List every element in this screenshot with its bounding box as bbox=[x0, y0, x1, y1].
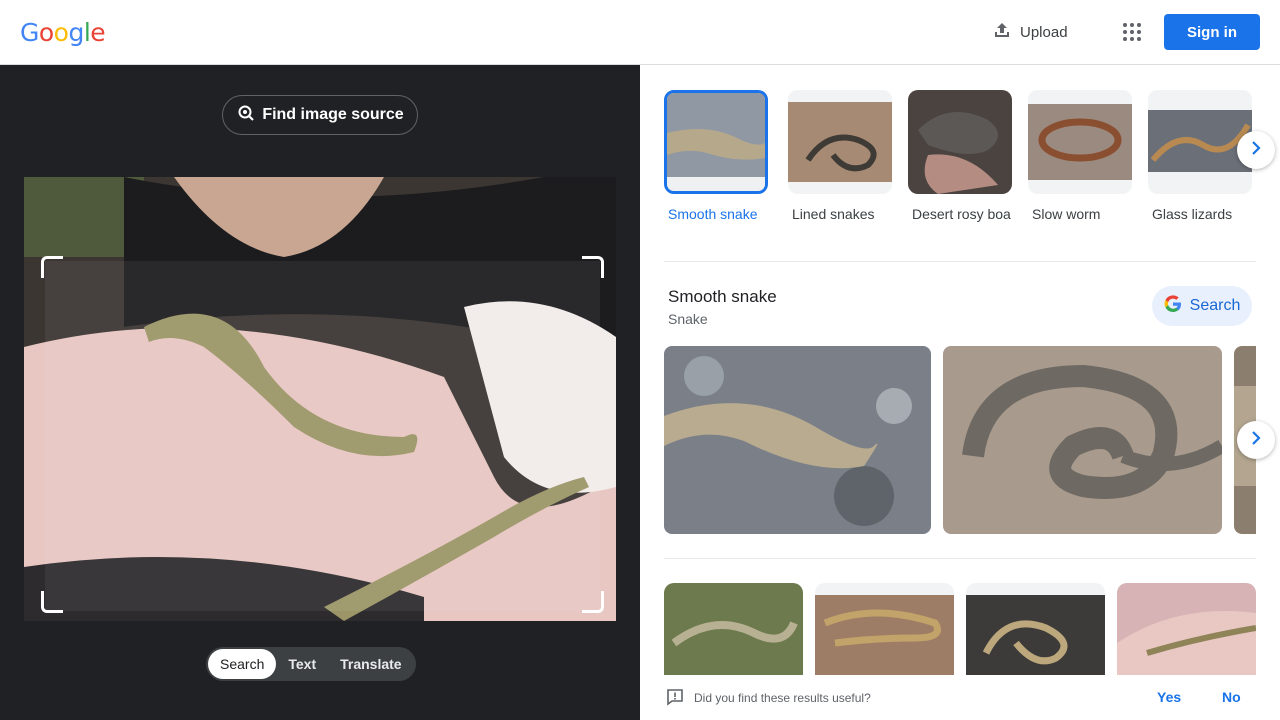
feedback-question: Did you find these results useful? bbox=[694, 691, 871, 705]
entity-subtitle: Snake bbox=[668, 311, 708, 327]
logo-letter: G bbox=[20, 18, 39, 47]
tab-text[interactable]: Text bbox=[276, 649, 328, 679]
feedback-icon bbox=[666, 688, 684, 709]
header: Google Upload Sign in bbox=[0, 0, 1280, 65]
lens-mode-tabs: Search Text Translate bbox=[206, 647, 416, 681]
result-image[interactable] bbox=[815, 583, 954, 675]
chip-thumbnail bbox=[1148, 90, 1252, 194]
entity-search-button[interactable]: Search bbox=[1152, 286, 1252, 326]
chip-label: Slow worm bbox=[1032, 206, 1101, 222]
sign-in-button[interactable]: Sign in bbox=[1164, 14, 1260, 50]
chip-thumbnail bbox=[1028, 90, 1132, 194]
result-image[interactable] bbox=[1117, 583, 1256, 675]
upload-label: Upload bbox=[1020, 23, 1068, 41]
results-pane: Smooth snake Lined snakes Desert rosy bo… bbox=[640, 65, 1280, 720]
chip-glass-lizards[interactable]: Glass lizards bbox=[1148, 90, 1252, 224]
chip-lined-snakes[interactable]: Lined snakes bbox=[788, 90, 892, 224]
logo-letter: e bbox=[90, 18, 106, 47]
chevron-right-icon bbox=[1248, 140, 1264, 161]
feedback-no-link[interactable]: No bbox=[1222, 689, 1241, 705]
divider bbox=[664, 261, 1256, 262]
google-g-icon bbox=[1164, 294, 1182, 318]
chip-label: Smooth snake bbox=[668, 206, 758, 222]
entity-search-label: Search bbox=[1189, 297, 1241, 314]
find-image-source-label: Find image source bbox=[262, 106, 404, 123]
logo-letter: o bbox=[53, 18, 69, 47]
related-entity-chips: Smooth snake Lined snakes Desert rosy bo… bbox=[664, 90, 1280, 250]
find-image-source-button[interactable]: Find image source bbox=[222, 95, 418, 135]
chip-thumbnail bbox=[908, 90, 1012, 194]
result-image[interactable] bbox=[943, 346, 1222, 534]
logo-letter: o bbox=[38, 18, 54, 47]
crop-handle-top-right[interactable] bbox=[582, 256, 604, 278]
tab-translate[interactable]: Translate bbox=[328, 649, 413, 679]
lens-pane: Find image source Search Text Translate bbox=[0, 65, 640, 720]
chips-next-button[interactable] bbox=[1237, 131, 1275, 169]
result-image[interactable] bbox=[966, 583, 1105, 675]
apps-grid-icon[interactable] bbox=[1120, 20, 1144, 44]
feedback-yes-link[interactable]: Yes bbox=[1157, 689, 1181, 705]
chip-label: Lined snakes bbox=[792, 206, 875, 222]
chevron-right-icon bbox=[1248, 430, 1264, 451]
chip-label: Desert rosy boa bbox=[912, 206, 1011, 222]
tab-search[interactable]: Search bbox=[208, 649, 277, 679]
crop-handle-bottom-left[interactable] bbox=[41, 591, 63, 613]
feedback-bar: Did you find these results useful? Yes N… bbox=[640, 675, 1280, 720]
crop-handle-top-left[interactable] bbox=[41, 256, 63, 278]
chip-desert-rosy-boa[interactable]: Desert rosy boa bbox=[908, 90, 1012, 224]
chip-smooth-snake[interactable]: Smooth snake bbox=[664, 90, 768, 224]
chip-thumbnail bbox=[788, 90, 892, 194]
upload-icon bbox=[992, 20, 1012, 44]
result-image[interactable] bbox=[664, 583, 803, 675]
entity-title: Smooth snake bbox=[668, 287, 777, 306]
uploaded-photo[interactable] bbox=[24, 177, 616, 621]
result-image[interactable] bbox=[664, 346, 931, 534]
divider bbox=[664, 558, 1256, 559]
logo-letter: g bbox=[68, 18, 84, 47]
google-logo[interactable]: Google bbox=[20, 18, 106, 47]
chip-slow-worm[interactable]: Slow worm bbox=[1028, 90, 1132, 224]
chip-label: Glass lizards bbox=[1152, 206, 1233, 222]
crop-handle-bottom-right[interactable] bbox=[582, 591, 604, 613]
image-search-icon bbox=[236, 103, 256, 128]
images-next-button[interactable] bbox=[1237, 421, 1275, 459]
chip-thumbnail bbox=[664, 90, 768, 194]
upload-button[interactable]: Upload bbox=[992, 20, 1068, 44]
